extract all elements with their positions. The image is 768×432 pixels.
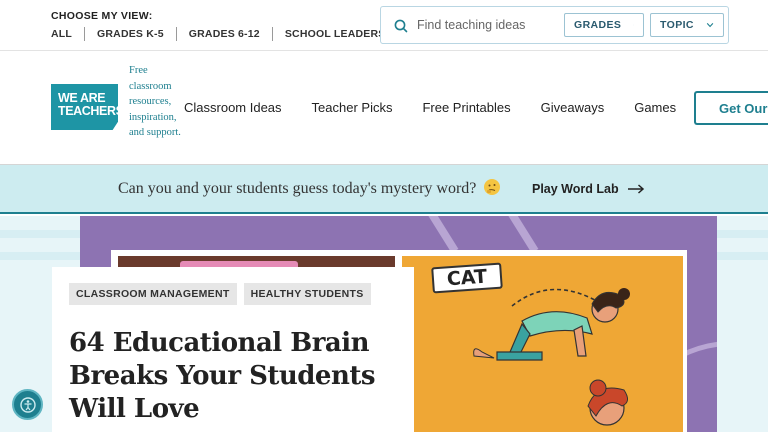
play-word-lab-link[interactable]: Play Word Lab (532, 182, 645, 196)
tag-healthy-students[interactable]: HEALTHY STUDENTS (243, 283, 371, 305)
nav-item-free-printables[interactable]: Free Printables (422, 100, 510, 115)
view-link-grades-6-12[interactable]: GRADES 6-12 (189, 28, 260, 40)
topic-filter-label: TOPIC (660, 19, 694, 31)
nav-item-teacher-picks[interactable]: Teacher Picks (312, 100, 393, 115)
arrow-right-icon (627, 184, 644, 194)
accessibility-icon (19, 396, 36, 413)
accessibility-button[interactable] (12, 389, 43, 420)
nav-item-giveaways[interactable]: Giveaways (541, 100, 605, 115)
utility-bar: CHOOSE MY VIEW: ALL GRADES K-5 GRADES 6-… (0, 0, 768, 51)
view-link-all[interactable]: ALL (51, 28, 72, 40)
view-link-school-leaders[interactable]: SCHOOL LEADERS (285, 28, 386, 40)
cat-pose-illustration: CAT (402, 256, 683, 432)
topic-filter-dropdown[interactable]: TOPIC (650, 13, 724, 37)
divider (84, 27, 86, 41)
article-tags: CLASSROOM MANAGEMENT HEALTHY STUDENTS (69, 283, 378, 305)
banner-message: Can you and your students guess today's … (118, 180, 477, 197)
divider (271, 27, 273, 41)
grades-filter-dropdown[interactable]: GRADES (564, 13, 644, 37)
site-logo[interactable]: WE ARE TEACHERS (51, 84, 118, 130)
search-input[interactable] (417, 15, 557, 35)
view-selector: ALL GRADES K-5 GRADES 6-12 SCHOOL LEADER… (51, 27, 385, 41)
featured-article-card[interactable]: CLASSROOM MANAGEMENT HEALTHY STUDENTS 64… (52, 267, 414, 432)
word-lab-banner: Can you and your students guess today's … (0, 165, 768, 214)
site-tagline: Free classroom resources, inspiration, a… (129, 65, 181, 138)
search-icon[interactable] (393, 18, 409, 34)
nav-item-games[interactable]: Games (634, 100, 676, 115)
logo-text: WE ARE TEACHERS (58, 91, 124, 118)
chevron-down-icon (706, 22, 714, 28)
view-link-grades-k-5[interactable]: GRADES K-5 (97, 28, 164, 40)
newsletter-button[interactable]: Get Our Newsletters (694, 91, 768, 125)
thinking-face-icon (484, 179, 501, 195)
tag-classroom-management[interactable]: CLASSROOM MANAGEMENT (69, 283, 237, 305)
yoga-figure-icon (473, 288, 630, 426)
article-headline[interactable]: 64 Educational Brain Breaks Your Student… (69, 327, 389, 426)
chevron-down-icon (633, 24, 634, 26)
search-bar: GRADES TOPIC (380, 6, 729, 44)
nav-menu: Classroom Ideas Teacher Picks Free Print… (184, 100, 706, 115)
choose-view-title: CHOOSE MY VIEW: (51, 10, 153, 22)
nav-item-classroom-ideas[interactable]: Classroom Ideas (184, 100, 282, 115)
main-navigation: WE ARE TEACHERS Free classroom resources… (0, 51, 768, 165)
grades-filter-label: GRADES (574, 19, 622, 31)
divider (175, 27, 177, 41)
play-word-lab-label: Play Word Lab (532, 182, 619, 196)
newsletter-button-label: Get Our Newsletters (719, 100, 768, 116)
banner-text: Can you and your students guess today's … (118, 179, 501, 198)
